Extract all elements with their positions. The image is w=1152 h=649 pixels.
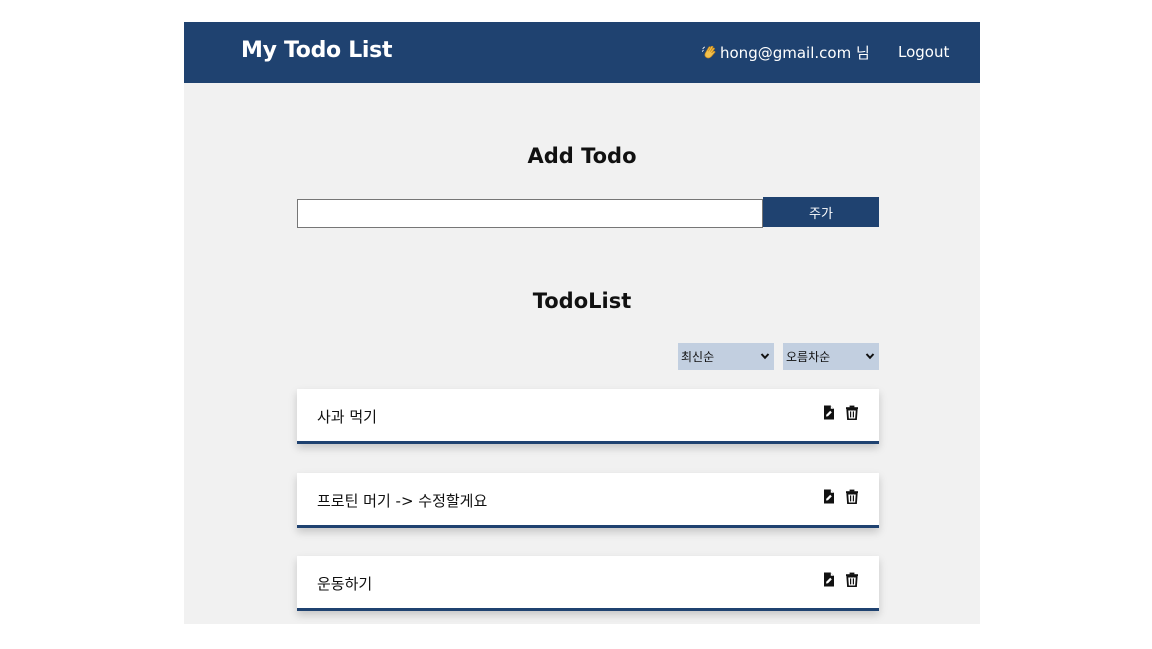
add-button[interactable]: 주가 [763, 197, 879, 227]
chevron-down-icon [865, 353, 875, 360]
todo-actions [822, 489, 859, 504]
file-edit-icon[interactable] [822, 405, 836, 420]
todo-actions [822, 572, 859, 587]
logout-button[interactable]: Logout [898, 43, 949, 61]
trash-icon[interactable] [845, 572, 859, 587]
sort-select[interactable]: 최신순 [678, 343, 774, 370]
add-todo-heading: Add Todo [527, 144, 637, 168]
header-bar: My Todo List hong@gmail.com 님 Logout [184, 22, 980, 83]
todo-item: 사과 먹기 [297, 389, 879, 444]
add-todo-form: 주가 [297, 197, 879, 228]
waving-hand-icon [701, 45, 716, 59]
user-info: hong@gmail.com 님 [701, 42, 870, 63]
app-title: My Todo List [241, 38, 393, 63]
app-container: My Todo List hong@gmail.com 님 Logout Add… [184, 22, 980, 624]
todo-text: 운동하기 [317, 575, 373, 593]
order-select-value: 오름차순 [786, 350, 831, 364]
file-edit-icon[interactable] [822, 489, 836, 504]
todo-text: 프로틴 머기 -> 수정할게요 [317, 492, 488, 510]
sort-select-value: 최신순 [681, 350, 715, 364]
todo-input[interactable] [297, 199, 763, 228]
chevron-down-icon [760, 353, 770, 360]
order-select[interactable]: 오름차순 [783, 343, 879, 370]
todo-actions [822, 405, 859, 420]
file-edit-icon[interactable] [822, 572, 836, 587]
todo-text: 사과 먹기 [317, 408, 377, 426]
todo-item: 프로틴 머기 -> 수정할게요 [297, 473, 879, 528]
trash-icon[interactable] [845, 405, 859, 420]
todo-item: 운동하기 [297, 556, 879, 611]
user-email: hong@gmail.com 님 [720, 44, 870, 62]
trash-icon[interactable] [845, 489, 859, 504]
todolist-heading: TodoList [532, 289, 632, 313]
